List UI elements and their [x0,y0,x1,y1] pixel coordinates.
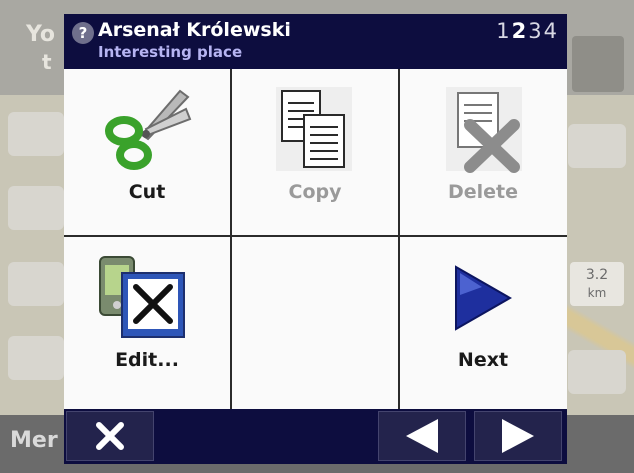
background-top-text-2: t [42,50,52,74]
distance-unit: km [587,286,607,300]
help-icon[interactable]: ? [72,22,94,44]
page-number[interactable]: 4 [544,19,559,43]
close-button[interactable] [66,411,154,461]
background-side-button [568,124,626,168]
background-side-button [8,336,64,380]
page-number[interactable]: 1 [496,19,511,43]
copy-button[interactable]: Copy [232,69,398,235]
right-arrow-icon [502,419,534,453]
background-side-button [8,112,64,156]
next-page-button[interactable] [474,411,562,461]
cut-label: Cut [128,181,166,203]
background-top-text: Yo [26,22,56,47]
background-menu-label: Mer [10,428,58,453]
empty-grid-cell [232,237,398,403]
background-distance-badge: 3.2 km [570,262,624,306]
page-number[interactable]: 3 [528,19,543,43]
edit-poi-icon [99,256,185,338]
next-label: Next [457,349,509,371]
left-arrow-icon [406,419,438,453]
place-category: Interesting place [98,43,243,61]
cut-button[interactable]: Cut [64,69,230,235]
previous-page-button[interactable] [378,411,466,461]
background-status-box [572,36,624,92]
edit-label: Edit... [115,349,179,371]
copy-label: Copy [288,181,342,203]
scissors-icon [105,89,192,170]
background-side-button [8,262,64,306]
poi-action-dialog: ? Arsenał Królewski Interesting place 12… [64,14,567,464]
place-title: Arsenał Królewski [98,19,291,41]
page-number-current[interactable]: 2 [512,19,529,43]
distance-value: 3.2 [585,267,609,283]
copy-icon [276,87,352,171]
close-icon [96,422,124,450]
next-button[interactable]: Next [400,237,566,403]
delete-button[interactable]: Delete [400,69,566,235]
next-arrow-icon [455,265,512,331]
edit-button[interactable]: Edit... [64,237,230,403]
delete-label: Delete [447,181,519,203]
dialog-header: ? Arsenał Królewski Interesting place 12… [64,14,567,69]
page-indicator: 1234 [496,19,559,43]
dialog-bottom-bar [64,409,567,464]
action-grid: Cut Copy Delete Edit... Next [64,69,567,409]
delete-icon [446,87,522,173]
background-side-button [568,350,626,394]
background-side-button [8,186,64,230]
